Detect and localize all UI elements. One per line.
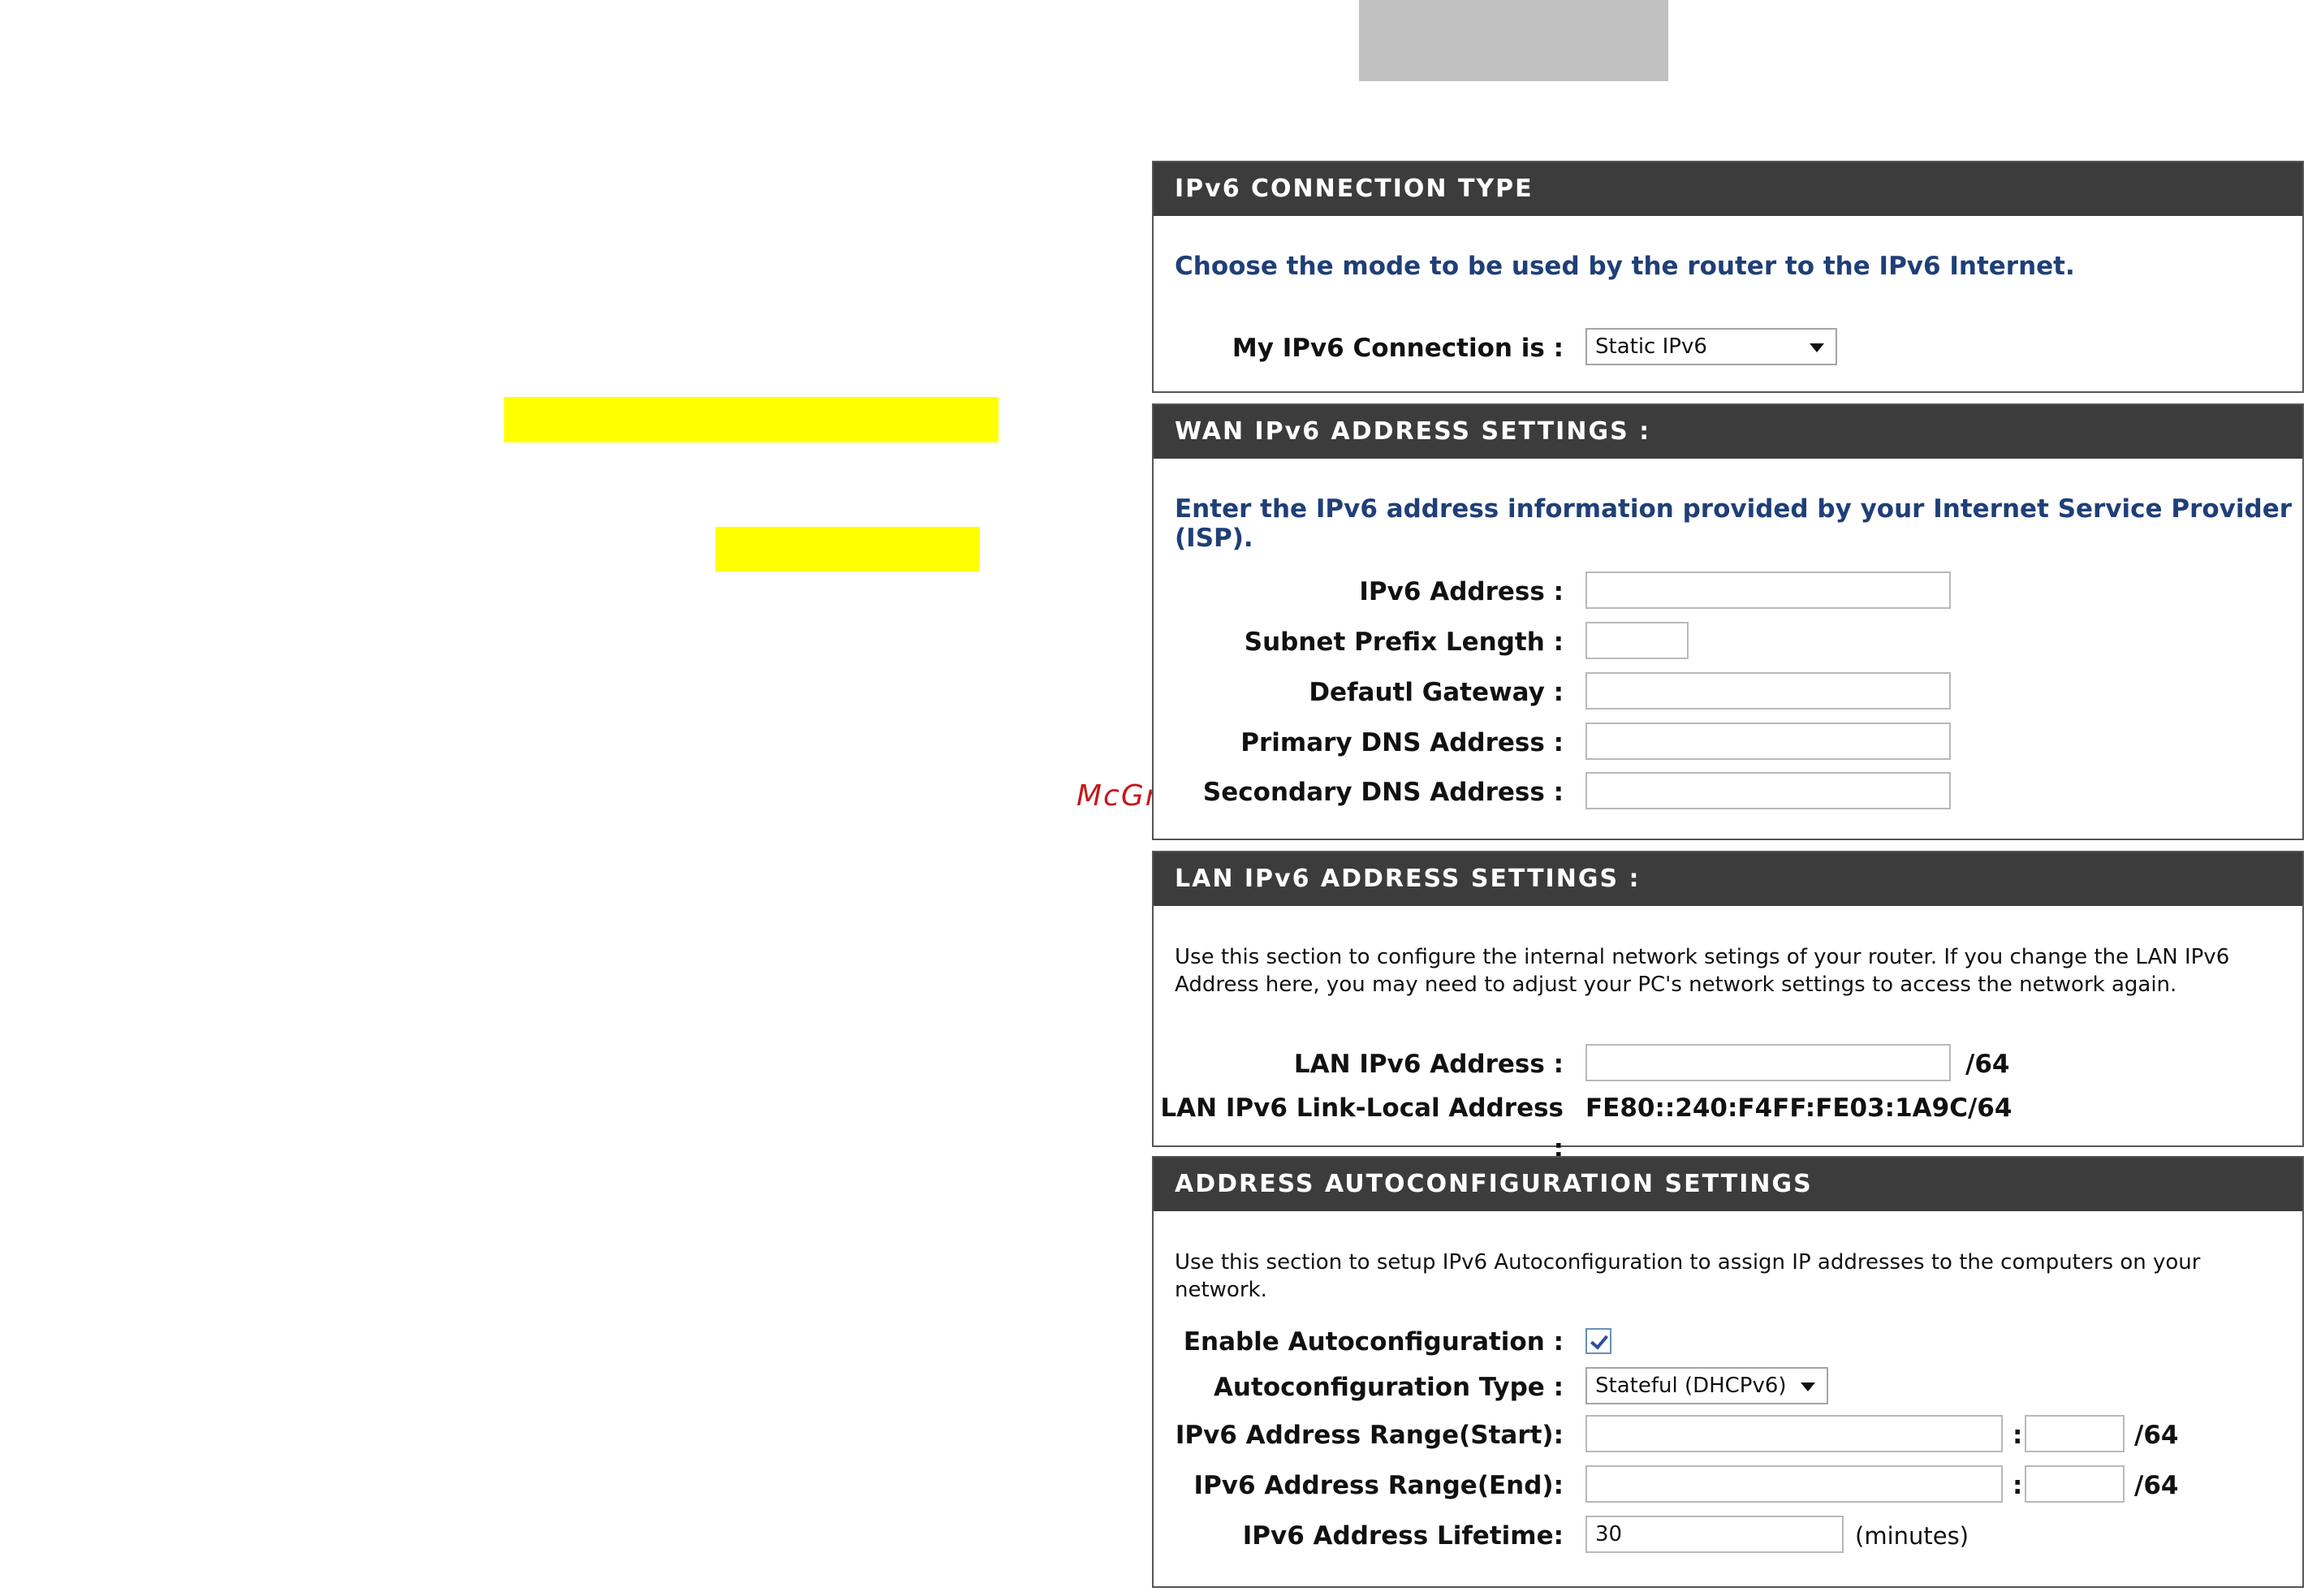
default-gateway-input[interactable]: [1585, 672, 1951, 710]
wan-ipv6-address-label: IPv6 Address :: [1359, 577, 1564, 606]
highlight-bar-top: [504, 397, 999, 442]
top-gray-tab: [1359, 0, 1668, 81]
range-end-suffix-input[interactable]: [2025, 1465, 2125, 1503]
subnet-prefix-input[interactable]: [1585, 622, 1689, 659]
link-local-row: LAN IPv6 Link-Local Address : FE80::240:…: [1154, 1088, 2302, 1163]
connection-type-header: IPv6 CONNECTION TYPE: [1154, 162, 2302, 216]
range-start-label: IPv6 Address Range(Start):: [1175, 1421, 1564, 1450]
autoconfig-type-select[interactable]: Stateful (DHCPv6): [1585, 1367, 1828, 1404]
autoconfig-type-label: Autoconfiguration Type :: [1213, 1373, 1564, 1402]
lan-settings-panel: LAN IPv6 ADDRESS SETTINGS : Use this sec…: [1152, 851, 2304, 1163]
secondary-dns-input[interactable]: [1585, 772, 1951, 809]
lifetime-row: IPv6 Address Lifetime: 30 (minutes): [1154, 1516, 2302, 1556]
connection-type-select-value: Static IPv6: [1595, 334, 1707, 359]
range-start-input[interactable]: [1585, 1415, 2003, 1452]
connection-type-panel: IPv6 CONNECTION TYPE Choose the mode to …: [1152, 161, 2304, 393]
range-start-row: IPv6 Address Range(Start): : /64: [1154, 1415, 2302, 1456]
primary-dns-label: Primary DNS Address :: [1240, 728, 1564, 757]
range-start-suffix-input[interactable]: [2025, 1415, 2125, 1452]
range-end-label: IPv6 Address Range(End):: [1193, 1471, 1564, 1500]
enable-autoconfig-checkbox[interactable]: [1585, 1328, 1611, 1354]
lifetime-input[interactable]: 30: [1585, 1516, 1844, 1553]
enable-autoconfig-row: Enable Autoconfiguration :: [1154, 1322, 2302, 1362]
default-gateway-label: Defautl Gateway :: [1309, 678, 1564, 707]
lan-ipv6-address-label: LAN IPv6 Address :: [1293, 1050, 1564, 1079]
connection-type-label: My IPv6 Connection is :: [1232, 334, 1564, 363]
range-end-separator: :: [2012, 1471, 2023, 1500]
range-end-prefix-suffix: /64: [2134, 1471, 2179, 1500]
connection-type-row: My IPv6 Connection is : Static IPv6: [1154, 328, 2302, 369]
autoconfig-type-row: Autoconfiguration Type : Stateful (DHCPv…: [1154, 1367, 2302, 1408]
range-end-input[interactable]: [1585, 1465, 2003, 1503]
range-start-separator: :: [2012, 1421, 2023, 1450]
primary-dns-input[interactable]: [1585, 723, 1951, 760]
link-local-value: FE80::240:F4FF:FE03:1A9C/64: [1585, 1093, 2012, 1123]
default-gateway-row: Defautl Gateway :: [1154, 672, 2302, 713]
lan-ipv6-address-input[interactable]: [1585, 1044, 1951, 1081]
wan-settings-panel: WAN IPv6 ADDRESS SETTINGS : Enter the IP…: [1152, 403, 2304, 840]
wan-ipv6-address-row: IPv6 Address :: [1154, 572, 2302, 612]
chevron-down-icon: [1801, 1382, 1815, 1391]
enable-autoconfig-label: Enable Autoconfiguration :: [1183, 1327, 1564, 1357]
highlight-bar-bottom: [715, 527, 980, 572]
wan-settings-intro: Enter the IPv6 address information provi…: [1175, 494, 2293, 553]
autoconfig-type-select-value: Stateful (DHCPv6): [1595, 1374, 1787, 1398]
subnet-prefix-row: Subnet Prefix Length :: [1154, 622, 2302, 662]
connection-type-intro: Choose the mode to be used by the router…: [1175, 252, 2075, 281]
lifetime-label: IPv6 Address Lifetime:: [1242, 1521, 1564, 1551]
primary-dns-row: Primary DNS Address :: [1154, 723, 2302, 763]
secondary-dns-row: Secondary DNS Address :: [1154, 772, 2302, 813]
lan-settings-intro: Use this section to configure the intern…: [1175, 945, 2230, 997]
lan-prefix-suffix: /64: [1965, 1050, 2010, 1079]
chevron-down-icon: [1810, 343, 1824, 352]
checkmark-icon: [1590, 1331, 1609, 1350]
secondary-dns-label: Secondary DNS Address :: [1202, 778, 1564, 807]
wan-settings-header: WAN IPv6 ADDRESS SETTINGS :: [1154, 405, 2302, 459]
range-start-prefix-suffix: /64: [2134, 1421, 2179, 1450]
autoconfig-header: ADDRESS AUTOCONFIGURATION SETTINGS: [1154, 1158, 2302, 1211]
autoconfig-panel: ADDRESS AUTOCONFIGURATION SETTINGS Use t…: [1152, 1156, 2304, 1588]
connection-type-select[interactable]: Static IPv6: [1585, 328, 1837, 365]
autoconfig-intro: Use this section to setup IPv6 Autoconfi…: [1175, 1250, 2201, 1302]
wan-ipv6-address-input[interactable]: [1585, 572, 1951, 609]
lan-ipv6-address-row: LAN IPv6 Address : /64: [1154, 1044, 2302, 1085]
lifetime-unit: (minutes): [1855, 1522, 1969, 1550]
range-end-row: IPv6 Address Range(End): : /64: [1154, 1465, 2302, 1506]
lan-settings-header: LAN IPv6 ADDRESS SETTINGS :: [1154, 852, 2302, 906]
subnet-prefix-label: Subnet Prefix Length :: [1244, 628, 1564, 657]
